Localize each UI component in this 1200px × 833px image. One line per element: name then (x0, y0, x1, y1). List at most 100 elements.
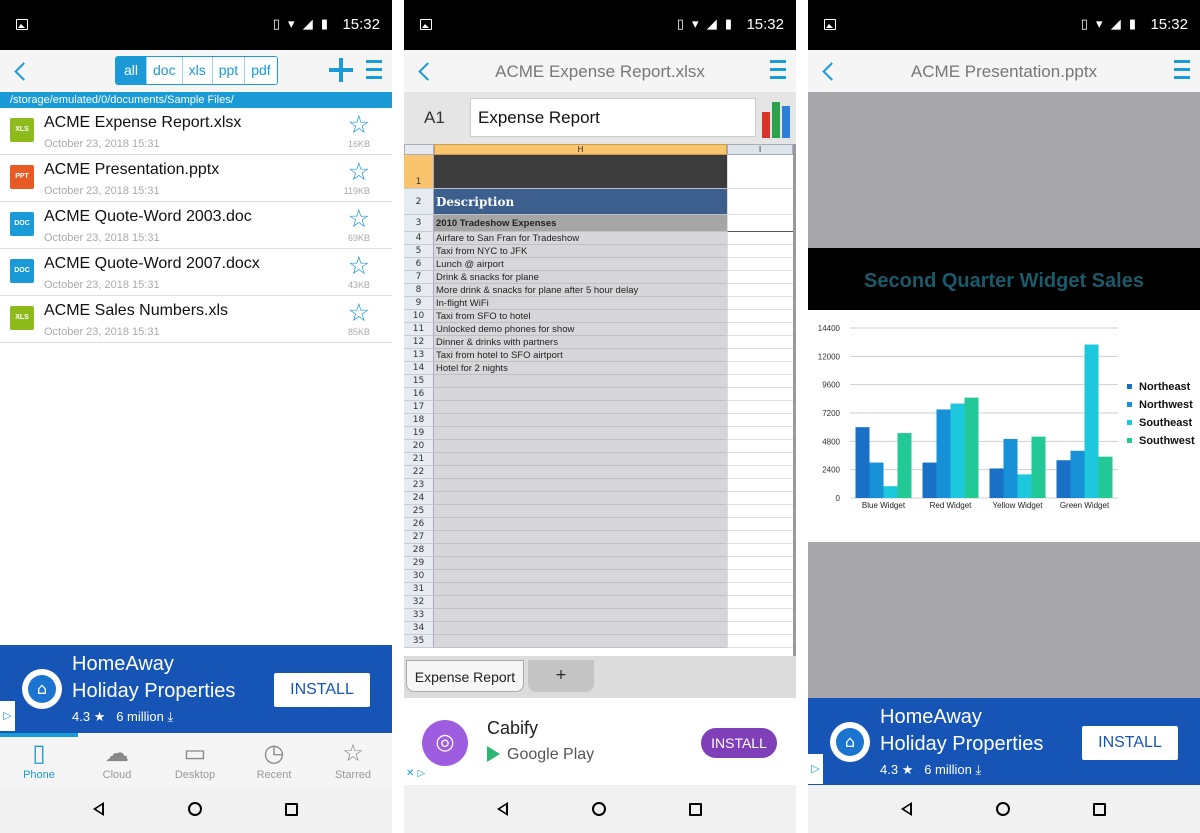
cell[interactable] (727, 531, 793, 544)
cell[interactable] (727, 284, 793, 297)
file-row[interactable]: DOC ACME Quote-Word 2007.docx October 23… (0, 249, 392, 296)
cell[interactable] (434, 505, 727, 518)
cell[interactable] (434, 609, 727, 622)
cell[interactable] (727, 505, 793, 518)
filter-pdf[interactable]: pdf (244, 57, 277, 84)
cell[interactable] (727, 596, 793, 609)
row-header[interactable]: 18 (404, 414, 434, 427)
row-header[interactable]: 3 (404, 215, 434, 232)
add-icon[interactable] (329, 58, 353, 82)
cell[interactable] (727, 492, 793, 505)
cell[interactable] (727, 401, 793, 414)
formula-input[interactable]: Expense Report (470, 98, 756, 137)
cell[interactable] (434, 155, 727, 189)
chart-icon[interactable] (762, 100, 794, 138)
cell[interactable] (434, 544, 727, 557)
row-header[interactable]: 13 (404, 349, 434, 362)
cell[interactable]: Hotel for 2 nights (434, 362, 727, 375)
row-header[interactable]: 23 (404, 479, 434, 492)
cell[interactable] (727, 583, 793, 596)
select-all-corner[interactable] (404, 144, 434, 155)
cell[interactable] (434, 596, 727, 609)
add-sheet-button[interactable]: + (528, 660, 594, 692)
filter-ppt[interactable]: ppt (211, 57, 245, 84)
cell[interactable] (727, 375, 793, 388)
cell[interactable] (727, 232, 793, 245)
spreadsheet-grid[interactable]: H I 1 2 Description 3 2010 Tradeshow Expense… (404, 144, 796, 656)
row-header[interactable]: 4 (404, 232, 434, 245)
file-row[interactable]: XLS ACME Sales Numbers.xls October 23, 2… (0, 296, 392, 343)
row-header[interactable]: 11 (404, 323, 434, 336)
star-icon[interactable]: ☆ (348, 110, 370, 139)
install-button[interactable]: INSTALL (1082, 726, 1178, 760)
vertical-scrollbar[interactable] (793, 144, 796, 656)
cell[interactable]: More drink & snacks for plane after 5 ho… (434, 284, 727, 297)
cell[interactable] (727, 518, 793, 531)
column-header-h[interactable]: H (434, 144, 727, 155)
file-row[interactable]: DOC ACME Quote-Word 2003.doc October 23,… (0, 202, 392, 249)
row-header[interactable]: 27 (404, 531, 434, 544)
cell[interactable] (434, 466, 727, 479)
tab-starred[interactable]: ☆ Starred (314, 739, 392, 781)
cell[interactable] (434, 479, 727, 492)
cell[interactable] (434, 427, 727, 440)
cell[interactable] (727, 609, 793, 622)
cell[interactable]: Dinner & drinks with partners (434, 336, 727, 349)
homeaway-ad-banner[interactable]: ⌂ HomeAway Holiday Properties 4.3 ★ 6 mi… (0, 645, 392, 733)
ad-choices-icon[interactable]: ▷ (808, 754, 823, 784)
cell[interactable] (434, 388, 727, 401)
row-header[interactable]: 17 (404, 401, 434, 414)
cell[interactable] (727, 271, 793, 284)
cell[interactable] (727, 388, 793, 401)
row-header[interactable]: 12 (404, 336, 434, 349)
row-header[interactable]: 20 (404, 440, 434, 453)
row-header[interactable]: 2 (404, 189, 434, 215)
menu-icon[interactable] (1174, 60, 1190, 82)
cell[interactable]: Taxi from SFO to hotel (434, 310, 727, 323)
cell[interactable]: Lunch @ airport (434, 258, 727, 271)
row-header[interactable]: 32 (404, 596, 434, 609)
row-header[interactable]: 35 (404, 635, 434, 648)
menu-icon[interactable] (770, 60, 786, 82)
filter-all[interactable]: all (116, 57, 147, 84)
row-header[interactable]: 5 (404, 245, 434, 258)
cell[interactable] (727, 362, 793, 375)
star-icon[interactable]: ☆ (348, 204, 370, 233)
cell[interactable] (434, 492, 727, 505)
cell[interactable] (434, 375, 727, 388)
tab-cloud[interactable]: ☁ Cloud (78, 739, 156, 781)
cell[interactable] (434, 531, 727, 544)
file-row[interactable]: XLS ACME Expense Report.xlsx October 23,… (0, 108, 392, 155)
tab-recent[interactable]: ◷ Recent (235, 739, 313, 781)
star-icon[interactable]: ☆ (348, 157, 370, 186)
row-header[interactable]: 31 (404, 583, 434, 596)
filter-doc[interactable]: doc (146, 57, 182, 84)
tab-phone[interactable]: ▯ Phone (0, 739, 78, 781)
cell[interactable] (727, 297, 793, 310)
cell[interactable] (434, 414, 727, 427)
cell[interactable] (727, 557, 793, 570)
cell[interactable] (727, 258, 793, 271)
filter-xls[interactable]: xls (181, 57, 212, 84)
back-icon[interactable] (12, 60, 32, 82)
cell[interactable]: Unlocked demo phones for show (434, 323, 727, 336)
file-row[interactable]: PPT ACME Presentation.pptx October 23, 2… (0, 155, 392, 202)
column-header-i[interactable]: I (727, 144, 793, 155)
cell[interactable] (434, 635, 727, 648)
nav-recents-icon[interactable] (285, 803, 298, 816)
row-header[interactable]: 34 (404, 622, 434, 635)
cell[interactable] (434, 453, 727, 466)
nav-home-icon[interactable] (188, 802, 202, 816)
row-header[interactable]: 24 (404, 492, 434, 505)
row-header[interactable]: 29 (404, 557, 434, 570)
cell[interactable]: Taxi from hotel to SFO airtport (434, 349, 727, 362)
star-icon[interactable]: ☆ (348, 251, 370, 280)
cell[interactable] (727, 544, 793, 557)
cell[interactable] (727, 155, 793, 189)
cell[interactable] (434, 583, 727, 596)
row-header[interactable]: 19 (404, 427, 434, 440)
row-header[interactable]: 10 (404, 310, 434, 323)
row-header[interactable]: 16 (404, 388, 434, 401)
nav-recents-icon[interactable] (1093, 803, 1106, 816)
cell[interactable] (434, 518, 727, 531)
